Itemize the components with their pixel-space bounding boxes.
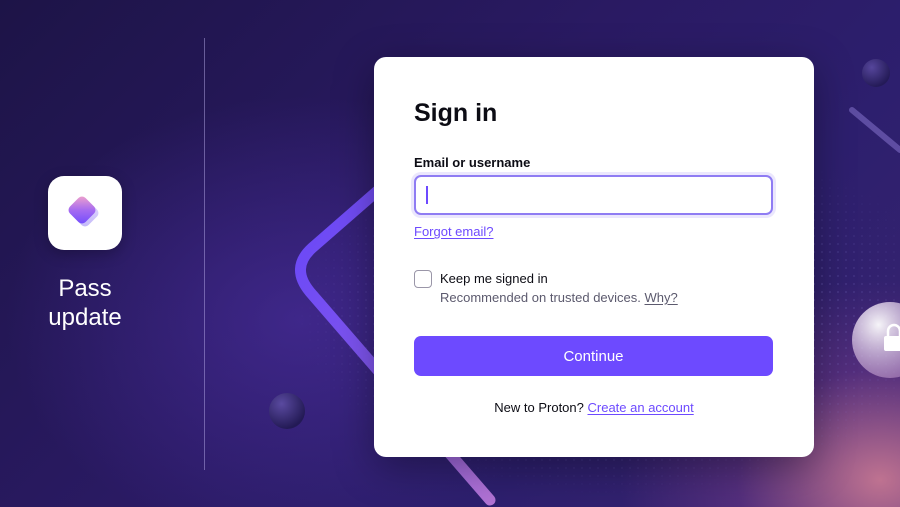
text-caret — [426, 186, 428, 204]
keep-signed-in-hint: Recommended on trusted devices. Why? — [440, 290, 678, 305]
keep-signed-in-checkbox[interactable] — [414, 270, 432, 288]
decorative-orb — [862, 59, 890, 87]
forgot-email-link[interactable]: Forgot email? — [414, 224, 493, 239]
brand-title-line2: update — [48, 304, 122, 331]
vertical-divider — [204, 38, 205, 470]
proton-pass-icon — [68, 196, 99, 227]
decorative-orb — [269, 393, 305, 429]
email-field-wrapper — [414, 175, 773, 215]
signup-prompt: New to Proton? Create an account — [374, 400, 814, 415]
create-account-link[interactable]: Create an account — [588, 400, 694, 415]
brand-panel: Pass update — [30, 176, 140, 332]
new-to-proton-text: New to Proton? — [494, 400, 584, 415]
keep-signed-in-label: Keep me signed in — [440, 271, 548, 286]
sign-in-card: Sign in Email or username Forgot email? … — [374, 57, 814, 457]
page-title: Sign in — [414, 99, 498, 127]
email-field[interactable] — [416, 177, 771, 213]
email-label: Email or username — [414, 155, 531, 170]
app-icon — [48, 176, 122, 250]
brand-title: Pass update — [48, 274, 121, 332]
continue-button[interactable]: Continue — [414, 336, 773, 376]
keep-hint-text: Recommended on trusted devices. — [440, 290, 641, 305]
why-link[interactable]: Why? — [645, 290, 678, 305]
brand-title-line1: Pass — [58, 275, 112, 302]
